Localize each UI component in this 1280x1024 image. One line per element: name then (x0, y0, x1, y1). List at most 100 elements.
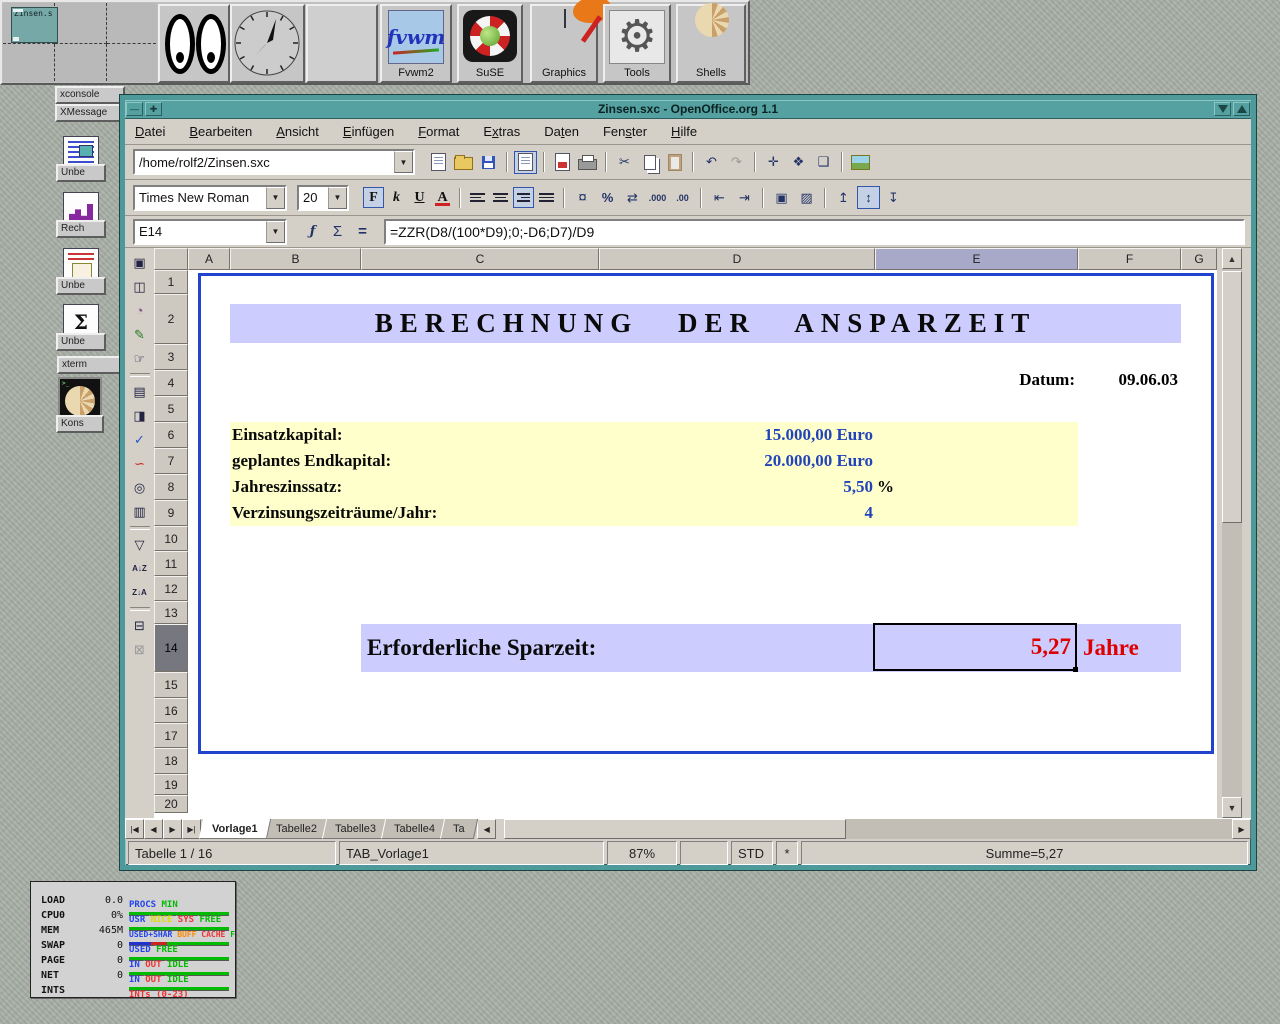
redo-icon[interactable]: ↷ (725, 151, 748, 174)
desktop-pager[interactable]: Zinsen.s (3, 3, 157, 82)
add-decimal-icon[interactable]: .000 (646, 186, 669, 209)
graphics-button[interactable]: Graphics (530, 4, 598, 83)
row-header[interactable]: 12 (154, 576, 188, 601)
align-top-icon[interactable]: ↥ (832, 186, 855, 209)
sort-descending-icon[interactable]: Z↓A (128, 581, 152, 604)
url-dropdown-arrow[interactable]: ▼ (394, 151, 413, 173)
row-header[interactable]: 4 (154, 370, 188, 396)
menu-einfuegen[interactable]: Einfügen (343, 124, 394, 139)
pager-cell[interactable] (107, 3, 156, 44)
pager-mini-window[interactable]: Zinsen.s (11, 7, 58, 43)
export-pdf-icon[interactable] (551, 151, 574, 174)
sheet-tab-tabelle3[interactable]: Tabelle3 (322, 819, 389, 839)
name-box[interactable]: ▼ (133, 219, 287, 245)
italic-icon[interactable]: k (386, 187, 407, 208)
last-sheet-button[interactable]: ▶| (182, 819, 201, 839)
font-name-combobox[interactable]: ▼ (133, 185, 287, 211)
row-header[interactable]: 20 (154, 795, 188, 813)
ungroup-icon[interactable]: ⊠ (128, 638, 152, 661)
insert-chart-icon[interactable]: ◔ (128, 299, 152, 322)
align-left-icon[interactable] (467, 187, 488, 208)
xeyes-widget[interactable] (158, 4, 230, 83)
align-justify-icon[interactable] (536, 187, 557, 208)
decrease-indent-icon[interactable]: ⇤ (708, 186, 731, 209)
edit-file-icon[interactable] (514, 151, 537, 174)
hyperlink-icon[interactable]: ❑ (812, 151, 835, 174)
tab-scroll-left-button[interactable]: ◀ (477, 819, 496, 839)
column-header-d[interactable]: D (599, 248, 875, 270)
menu-daten[interactable]: Daten (544, 124, 579, 139)
icon-label-impress[interactable]: Unbe (56, 277, 106, 295)
percent-format-icon[interactable]: % (596, 186, 619, 209)
group-icon[interactable]: ⊟ (128, 614, 152, 637)
cell-fill-handle[interactable] (1073, 667, 1078, 672)
column-header-c[interactable]: C (361, 248, 599, 270)
next-sheet-button[interactable]: ▶ (163, 819, 182, 839)
sheet-tab-tabelle4[interactable]: Tabelle4 (380, 819, 447, 839)
print-icon[interactable] (576, 151, 599, 174)
icon-label-xterm[interactable]: xterm (57, 356, 129, 374)
column-header-f[interactable]: F (1078, 248, 1181, 270)
column-header-g[interactable]: G (1181, 248, 1217, 270)
sort-ascending-icon[interactable]: A↓Z (128, 557, 152, 580)
fvwm2-button[interactable]: fvwm Fvwm2 (380, 4, 452, 83)
column-header-a[interactable]: A (188, 248, 230, 270)
minimize-button[interactable] (1214, 102, 1231, 116)
empty-panel-button[interactable] (306, 4, 378, 83)
auto-spellcheck-icon[interactable]: ∽ (128, 452, 152, 475)
align-center-icon[interactable] (490, 187, 511, 208)
spreadsheet-grid[interactable]: A B C D E F G 1 2 3 4 5 6 7 8 9 (154, 248, 1217, 818)
row-header[interactable]: 2 (154, 294, 188, 344)
sheet-canvas[interactable]: BERECHNUNG DER ANSPARZEIT Datum: 09.06.0… (188, 270, 1217, 818)
sheet-tab-partial[interactable]: Ta (439, 819, 477, 839)
gallery-icon[interactable] (849, 151, 872, 174)
sheet-tab-vorlage1[interactable]: Vorlage1 (199, 819, 271, 839)
increase-indent-icon[interactable]: ⇥ (733, 186, 756, 209)
name-box-dropdown-arrow[interactable]: ▼ (266, 221, 285, 243)
column-header-e[interactable]: E (875, 248, 1078, 270)
menu-format[interactable]: Format (418, 124, 459, 139)
pager-cell[interactable] (55, 3, 107, 44)
row-header[interactable]: 6 (154, 422, 188, 448)
save-icon[interactable] (477, 151, 500, 174)
autoformat-icon[interactable]: ▤ (128, 380, 152, 403)
scroll-right-button[interactable]: ▶ (1232, 819, 1251, 839)
font-size-combobox[interactable]: ▼ (297, 185, 349, 211)
icon-label-writer[interactable]: Unbe (56, 164, 106, 182)
font-size-input[interactable] (299, 187, 328, 209)
font-size-dropdown-arrow[interactable]: ▼ (328, 187, 347, 209)
scroll-up-button[interactable]: ▲ (1222, 248, 1242, 269)
bold-icon[interactable]: F (363, 187, 384, 208)
draw-functions-icon[interactable]: ✎ (128, 323, 152, 346)
row-header[interactable]: 10 (154, 526, 188, 551)
tools-button[interactable]: ⚙ Tools (603, 4, 671, 83)
insert-cells-icon[interactable]: ◫ (128, 275, 152, 298)
equals-icon[interactable]: = (351, 220, 374, 243)
menu-ansicht[interactable]: Ansicht (276, 124, 319, 139)
borders-icon[interactable]: ▣ (770, 186, 793, 209)
underline-icon[interactable]: U (409, 187, 430, 208)
icon-label-xmessage[interactable]: XMessage (55, 104, 123, 122)
first-sheet-button[interactable]: |◀ (125, 819, 144, 839)
horizontal-scrollbar[interactable]: ▶ (504, 819, 1251, 839)
function-wizard-icon[interactable]: ƒ (301, 220, 324, 243)
align-bottom-icon[interactable]: ↧ (882, 186, 905, 209)
status-zoom[interactable]: 87% (607, 841, 677, 865)
menu-hilfe[interactable]: Hilfe (671, 124, 697, 139)
row-header[interactable]: 18 (154, 748, 188, 774)
insert-icon[interactable]: ▣ (128, 251, 152, 274)
stylist-icon[interactable]: ❖ (787, 151, 810, 174)
vertical-scrollbar[interactable]: ▲ ▼ (1222, 248, 1242, 818)
formula-input-line[interactable] (384, 219, 1245, 245)
font-name-input[interactable] (135, 187, 266, 209)
corner-header[interactable] (154, 248, 188, 270)
row-header[interactable]: 9 (154, 500, 188, 526)
open-icon[interactable] (452, 151, 475, 174)
pager-cell[interactable] (3, 44, 55, 81)
url-input[interactable] (135, 151, 394, 173)
row-header[interactable]: 5 (154, 396, 188, 422)
form-functions-icon[interactable]: ☞ (128, 347, 152, 370)
row-header[interactable]: 3 (154, 344, 188, 370)
row-header-selected[interactable]: 14 (154, 624, 188, 672)
window-titlebar[interactable]: — ✚ Zinsen.sxc - OpenOffice.org 1.1 (125, 100, 1251, 119)
